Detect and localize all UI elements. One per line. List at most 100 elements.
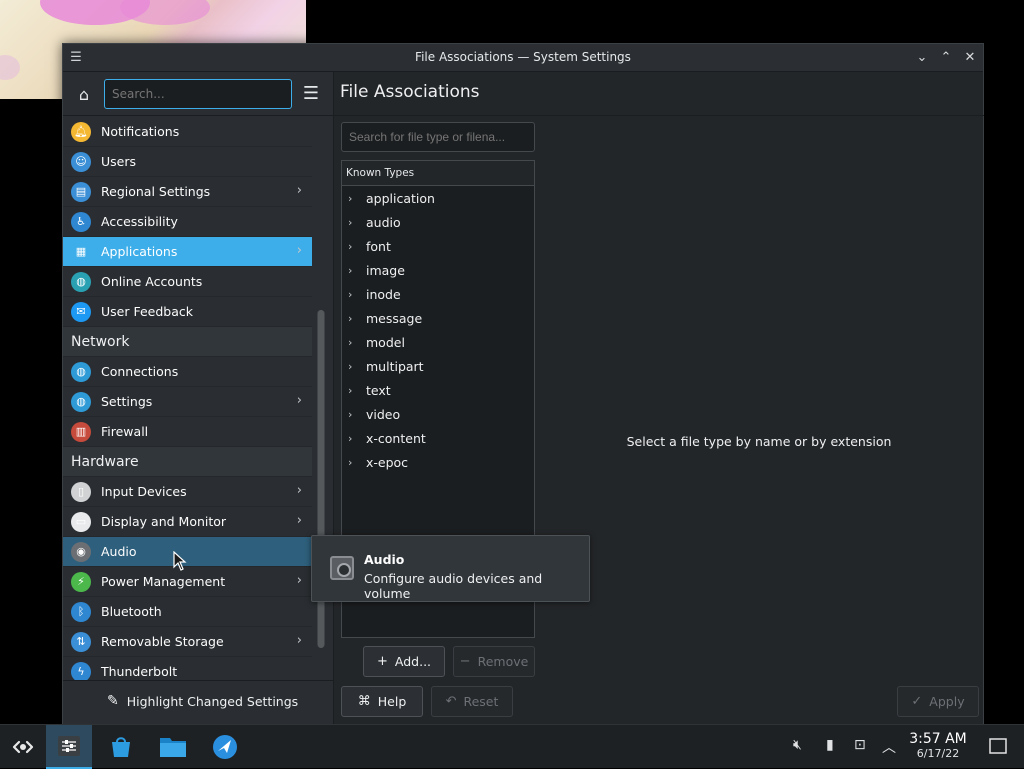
sidebar-item-settings[interactable]: ◍ Settings › xyxy=(63,387,312,417)
section-network: Network xyxy=(63,327,312,357)
sidebar-item-input-devices[interactable]: ▯ Input Devices › xyxy=(63,477,312,507)
sidebar-item-regional-settings[interactable]: ▤ Regional Settings › xyxy=(63,177,312,207)
tree-node[interactable]: › application xyxy=(342,186,534,210)
sidebar-item-notifications[interactable]: 🔔︎ Notifications xyxy=(63,117,312,147)
sidebar-item-audio[interactable]: ◉ Audio xyxy=(63,537,312,567)
title-bar[interactable]: ☰ File Associations — System Settings ⌄ … xyxy=(63,44,983,72)
power-icon: ⚡︎ xyxy=(71,571,91,592)
chevron-right-icon: › xyxy=(296,393,302,408)
taskbar: 🔇︎ ▮ ⊡ ︿ 3:57 AM 6/17/22 xyxy=(0,724,1024,769)
help-button[interactable]: ⌘ Help xyxy=(341,686,423,717)
add-button[interactable]: + Add... xyxy=(363,646,445,677)
file-manager-icon[interactable] xyxy=(150,725,196,769)
help-button-label: Help xyxy=(377,694,407,709)
discover-store-icon[interactable] xyxy=(98,725,144,769)
network-icon[interactable]: ⊡ xyxy=(854,737,866,753)
chevron-right-icon: › xyxy=(296,633,302,648)
highlight-changed-settings-label: Highlight Changed Settings xyxy=(126,693,299,709)
tree-node-label: text xyxy=(366,382,391,398)
sidebar-item-thunderbolt[interactable]: ϟ Thunderbolt xyxy=(63,657,312,680)
tree-node-label: x-content xyxy=(366,430,426,446)
close-button[interactable]: ✕ xyxy=(961,49,979,67)
chevron-right-icon[interactable]: › xyxy=(348,432,366,445)
chevron-right-icon[interactable]: › xyxy=(348,360,366,373)
sidebar-item-display-and-monitor[interactable]: ▭ Display and Monitor › xyxy=(63,507,312,537)
section-hardware: Hardware xyxy=(63,447,312,477)
tree-node[interactable]: › inode xyxy=(342,282,534,306)
show-desktop-icon[interactable] xyxy=(989,738,1007,758)
clock-date: 6/17/22 xyxy=(916,747,960,760)
tree-node[interactable]: › font xyxy=(342,234,534,258)
home-icon[interactable]: ⌂ xyxy=(73,84,95,106)
sidebar-item-firewall[interactable]: ▥ Firewall xyxy=(63,417,312,447)
undo-icon: ↶ xyxy=(445,694,457,709)
sidebar-item-bluetooth[interactable]: ᛒ Bluetooth xyxy=(63,597,312,627)
tree-node[interactable]: › text xyxy=(342,378,534,402)
sidebar-item-removable-storage[interactable]: ⇅ Removable Storage › xyxy=(63,627,312,657)
checkmark-icon: ✓ xyxy=(911,694,923,709)
tree-node-label: multipart xyxy=(366,358,424,374)
chevron-right-icon: › xyxy=(296,183,302,198)
tree-node[interactable]: › multipart xyxy=(342,354,534,378)
chevron-right-icon[interactable]: › xyxy=(348,312,366,325)
chevron-right-icon[interactable]: › xyxy=(348,384,366,397)
tree-node[interactable]: › x-epoc xyxy=(342,450,534,474)
sidebar-item-label: Accessibility xyxy=(101,214,178,229)
sidebar-item-label: Firewall xyxy=(101,424,149,439)
sidebar-item-power-management[interactable]: ⚡︎ Power Management › xyxy=(63,567,312,597)
storage-icon[interactable]: ▮ xyxy=(826,737,834,753)
sidebar-item-label: Online Accounts xyxy=(101,274,203,289)
sidebar-item-connections[interactable]: ◍ Connections xyxy=(63,357,312,387)
chevron-right-icon[interactable]: › xyxy=(348,336,366,349)
expand-tray-icon[interactable]: ︿ xyxy=(882,737,896,757)
chevron-right-icon[interactable]: › xyxy=(348,456,366,469)
highlight-changed-settings-button[interactable]: ✎ Highlight Changed Settings xyxy=(107,693,298,709)
chevron-right-icon[interactable]: › xyxy=(348,192,366,205)
apply-button[interactable]: ✓ Apply xyxy=(897,686,979,717)
hamburger-menu-icon[interactable]: ☰ xyxy=(301,84,321,104)
sidebar-header: ⌂ ☰ xyxy=(63,72,333,116)
sidebar-item-online-accounts[interactable]: ◍ Online Accounts xyxy=(63,267,312,297)
file-type-search-input[interactable] xyxy=(341,122,535,152)
sidebar: ⌂ ☰ 🔔︎ Notifications ☺ Users ▤ Regional Setti… xyxy=(63,72,333,724)
reset-button[interactable]: ↶ Reset xyxy=(431,686,513,717)
tree-node-label: font xyxy=(366,238,391,254)
tree-node[interactable]: › x-content xyxy=(342,426,534,450)
tree-node[interactable]: › audio xyxy=(342,210,534,234)
chevron-right-icon[interactable]: › xyxy=(348,264,366,277)
tooltip-title: Audio xyxy=(364,552,405,567)
sidebar-item-label: Thunderbolt xyxy=(101,664,178,679)
tree-node[interactable]: › video xyxy=(342,402,534,426)
sidebar-search-input[interactable] xyxy=(104,79,292,109)
tree-node[interactable]: › model xyxy=(342,330,534,354)
chevron-right-icon[interactable]: › xyxy=(348,288,366,301)
sidebar-footer: ✎ Highlight Changed Settings xyxy=(63,680,333,724)
bluetooth-icon: ᛒ xyxy=(71,601,91,622)
tree-node-label: video xyxy=(366,406,401,422)
tree-node[interactable]: › message xyxy=(342,306,534,330)
app-launcher-icon[interactable] xyxy=(0,725,46,769)
chevron-right-icon[interactable]: › xyxy=(348,216,366,229)
system-settings-window: ☰ File Associations — System Settings ⌄ … xyxy=(62,43,984,724)
sidebar-item-label: Connections xyxy=(101,364,179,379)
maximize-button[interactable]: ⌃ xyxy=(937,49,955,67)
tree-column-header[interactable]: Known Types xyxy=(342,161,534,186)
tree-node[interactable]: › image xyxy=(342,258,534,282)
chevron-right-icon[interactable]: › xyxy=(348,408,366,421)
tree-node-label: inode xyxy=(366,286,401,302)
minimize-button[interactable]: ⌄ xyxy=(913,49,931,67)
window-title: File Associations — System Settings xyxy=(415,50,631,64)
sidebar-item-user-feedback[interactable]: ✉ User Feedback xyxy=(63,297,312,327)
web-browser-icon[interactable] xyxy=(202,725,248,769)
remove-button[interactable]: − Remove xyxy=(453,646,535,677)
audio-tooltip: Audio Configure audio devices and volume xyxy=(311,535,590,602)
add-button-label: Add... xyxy=(394,654,432,669)
volume-muted-icon[interactable]: 🔇︎ xyxy=(793,737,802,753)
chevron-right-icon[interactable]: › xyxy=(348,240,366,253)
sidebar-item-accessibility[interactable]: ♿︎ Accessibility xyxy=(63,207,312,237)
sidebar-item-applications[interactable]: ▦ Applications › xyxy=(63,237,312,267)
system-settings-task-icon[interactable] xyxy=(46,725,92,769)
clock[interactable]: 3:57 AM 6/17/22 xyxy=(906,731,970,760)
sidebar-item-users[interactable]: ☺ Users xyxy=(63,147,312,177)
main-panel: File Associations Known Types ›applicati… xyxy=(333,72,984,724)
